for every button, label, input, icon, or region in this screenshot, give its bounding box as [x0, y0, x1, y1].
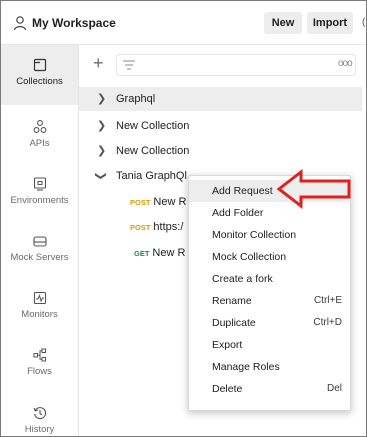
menu-item-label: Add Request: [212, 185, 273, 197]
chevron-right-icon[interactable]: ❯: [97, 139, 106, 163]
rail-label-monitors: Monitors: [21, 309, 58, 320]
collection-name: Graphql: [116, 93, 156, 105]
collection-name: New Collection: [116, 145, 190, 157]
menu-item-monitor-collection[interactable]: Monitor Collection: [189, 224, 350, 246]
rail-label-apis: APIs: [29, 138, 50, 149]
environments-icon: [33, 177, 47, 191]
monitors-icon: [33, 291, 47, 305]
mock-servers-icon: [33, 236, 47, 247]
menu-item-manage-roles[interactable]: Manage Roles: [189, 356, 350, 378]
menu-item-label: Duplicate: [212, 317, 256, 329]
apis-icon: [33, 120, 47, 133]
new-button[interactable]: New: [264, 12, 302, 34]
shortcut-label: Ctrl+D: [313, 317, 342, 328]
rail-item-mock-servers[interactable]: Mock Servers: [1, 221, 78, 281]
rail-item-collections[interactable]: Collections: [1, 45, 78, 105]
clipped-edge: (: [362, 17, 366, 28]
import-button[interactable]: Import: [307, 12, 353, 34]
method-badge: POST: [130, 198, 151, 207]
collection-name: New Collection: [116, 120, 190, 132]
rail-label-mock-servers: Mock Servers: [10, 252, 69, 263]
rail-label-collections: Collections: [16, 76, 63, 87]
collection-name: Tania GraphQl: [116, 170, 187, 182]
menu-item-label: Mock Collection: [212, 251, 287, 263]
add-collection-icon[interactable]: +: [93, 53, 104, 74]
shortcut-label: Del: [326, 383, 342, 394]
chevron-right-icon[interactable]: ❯: [97, 114, 106, 138]
chevron-down-icon[interactable]: ❯: [89, 171, 113, 180]
menu-item-label: Create a fork: [212, 273, 273, 285]
collection-context-menu: Add Request Add Folder Monitor Collectio…: [188, 175, 351, 411]
menu-item-mock-collection[interactable]: Mock Collection: [189, 246, 350, 268]
rail-item-apis[interactable]: APIs: [1, 107, 78, 167]
annotation-arrow-icon: [277, 168, 351, 210]
filter-icon[interactable]: [122, 59, 136, 71]
request-name: New R: [152, 247, 186, 259]
menu-item-label: Delete: [212, 383, 243, 395]
filter-input[interactable]: ooo: [116, 54, 356, 76]
collections-icon: [33, 58, 47, 72]
request-name: https:/: [153, 221, 184, 233]
menu-item-duplicate[interactable]: Duplicate Ctrl+D: [189, 312, 350, 334]
menu-item-label: Export: [212, 339, 243, 351]
flows-icon: [33, 348, 46, 362]
rail-label-flows: Flows: [27, 366, 52, 377]
workspace-title[interactable]: My Workspace: [32, 16, 116, 30]
postman-window: My Workspace New Import ( Collections AP…: [0, 0, 367, 437]
rail-item-environments[interactable]: Environments: [1, 164, 78, 224]
collection-row-new-2[interactable]: ❯ New Collection: [79, 139, 362, 163]
menu-item-label: Rename: [212, 295, 252, 307]
menu-item-rename[interactable]: Rename Ctrl+E: [189, 290, 350, 312]
rail-item-monitors[interactable]: Monitors: [1, 278, 78, 338]
history-icon: [33, 407, 47, 420]
request-name: New R: [153, 196, 187, 208]
more-options-icon[interactable]: ooo: [338, 58, 353, 69]
menu-item-label: Manage Roles: [212, 361, 280, 373]
menu-item-label: Monitor Collection: [212, 229, 297, 241]
chevron-right-icon[interactable]: ❯: [97, 87, 106, 111]
workspace-header: My Workspace New Import (: [1, 1, 366, 45]
method-badge: POST: [130, 223, 151, 232]
rail-item-history[interactable]: History: [1, 393, 78, 436]
rail-label-environments: Environments: [10, 195, 69, 206]
menu-item-label: Add Folder: [212, 207, 264, 219]
rail-item-flows[interactable]: Flows: [1, 335, 78, 395]
rail-label-history: History: [24, 424, 55, 435]
menu-item-export[interactable]: Export: [189, 334, 350, 356]
shortcut-label: Ctrl+E: [313, 295, 342, 306]
collection-row-graphql[interactable]: ❯ Graphql: [79, 87, 362, 111]
user-icon: [13, 16, 27, 31]
collections-toolbar: + ooo: [79, 45, 366, 85]
method-badge: GET: [134, 249, 150, 258]
menu-item-create-fork[interactable]: Create a fork: [189, 268, 350, 290]
left-rail: Collections APIs Environments Mock Serve…: [1, 45, 79, 436]
menu-item-delete[interactable]: Delete Del: [189, 378, 350, 400]
collection-row-new-1[interactable]: ❯ New Collection: [79, 114, 362, 138]
